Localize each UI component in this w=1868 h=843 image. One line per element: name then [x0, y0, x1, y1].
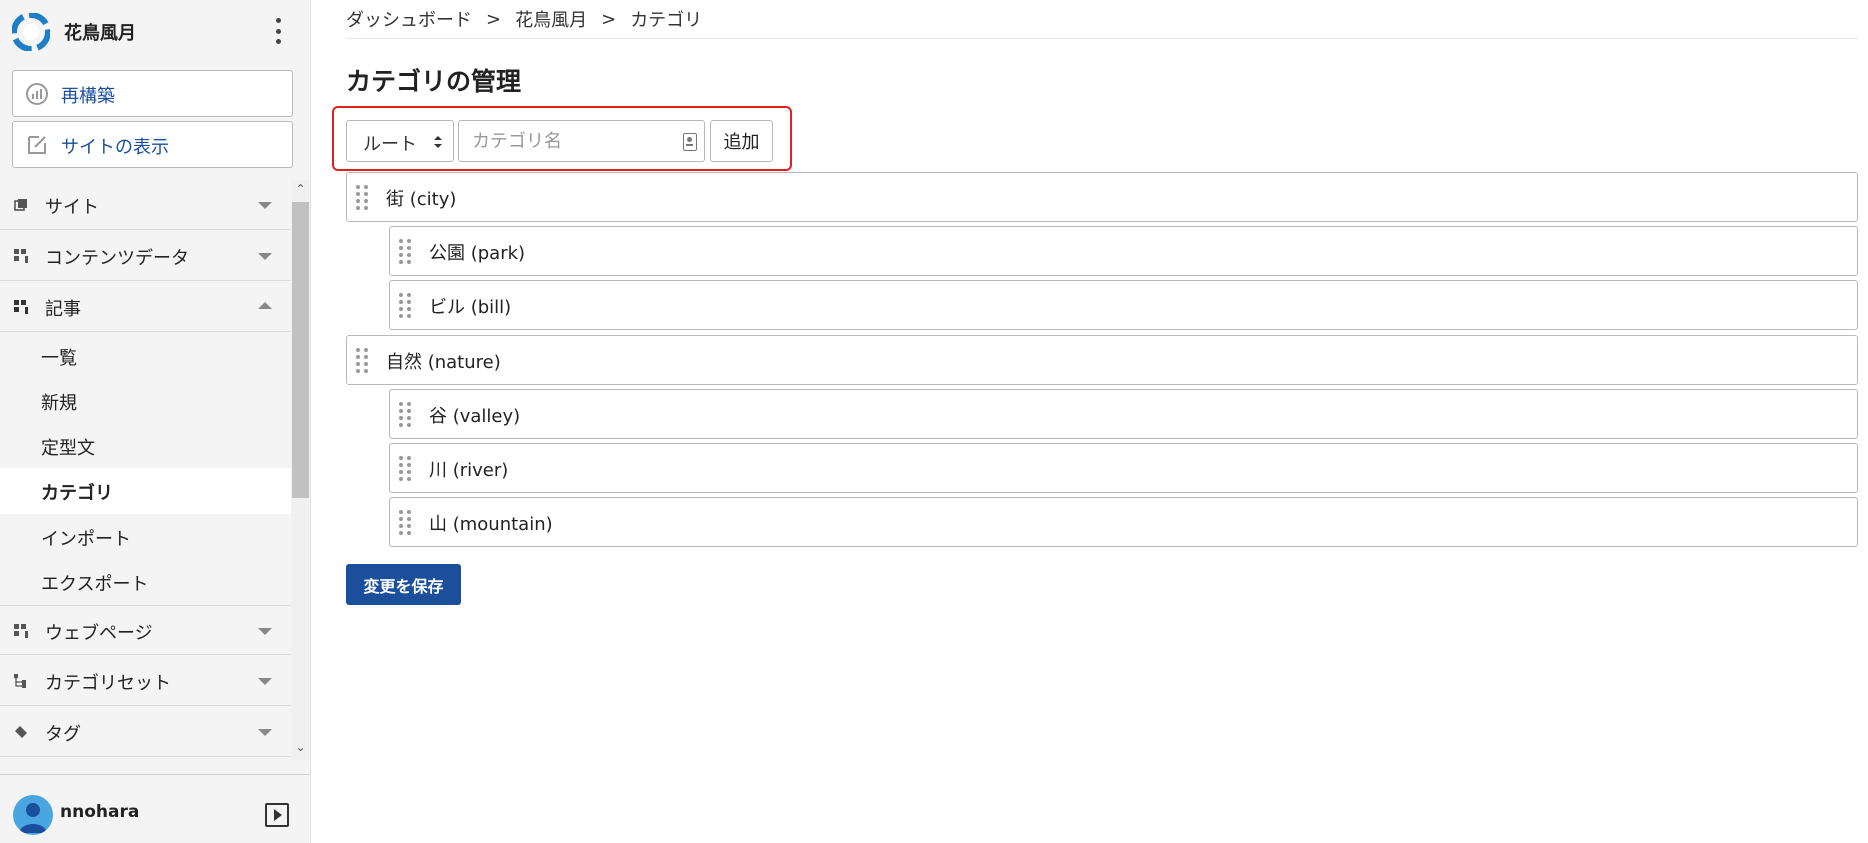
avatar[interactable]	[13, 795, 53, 835]
scroll-down-icon[interactable]: ⌄	[295, 741, 306, 753]
category-label: 山 (mountain)	[429, 514, 553, 535]
rebuild-icon	[26, 83, 48, 105]
collapse-sidebar-button[interactable]	[265, 803, 289, 827]
chevron-down-icon	[258, 253, 272, 260]
view-site-button[interactable]: サイトの表示	[12, 121, 293, 168]
view-site-label: サイトの表示	[61, 137, 169, 158]
drag-handle-icon[interactable]	[399, 510, 411, 536]
category-label: 川 (river)	[429, 460, 509, 481]
parent-category-value: ルート	[363, 134, 417, 155]
category-row[interactable]: ビル (bill)	[389, 280, 1858, 330]
sidebar-item-label: サイト	[45, 197, 99, 218]
site-name[interactable]: 花鳥風月	[64, 19, 136, 45]
scroll-thumb[interactable]	[292, 202, 309, 498]
sidebar-subitem-import[interactable]: インポート	[0, 514, 291, 560]
sidebar-subitem-label: インポート	[41, 529, 131, 550]
category-label: ビル (bill)	[429, 297, 512, 318]
category-row[interactable]: 街 (city)	[346, 172, 1858, 222]
sidebar-subitem-category[interactable]: カテゴリ	[0, 468, 291, 514]
drag-handle-icon[interactable]	[399, 456, 411, 482]
sidebar-item-article[interactable]: 記事	[0, 282, 291, 332]
chevron-down-icon	[258, 628, 272, 635]
sidebar-subitem-label: エクスポート	[41, 574, 149, 595]
category-label: 街 (city)	[386, 189, 457, 210]
divider	[346, 38, 1858, 39]
drag-handle-icon[interactable]	[399, 402, 411, 428]
sidebar-item-webpage[interactable]: ウェブページ	[0, 605, 291, 655]
user-icon	[19, 803, 47, 833]
tree-icon	[14, 674, 26, 688]
category-row[interactable]: 川 (river)	[389, 443, 1858, 493]
sidebar-subitem-label: 一覧	[41, 348, 77, 369]
parent-category-select[interactable]: ルート	[346, 120, 454, 162]
sidebar-scrollbar[interactable]: ⌃ ⌄	[291, 180, 310, 760]
sidebar-item-category-set[interactable]: カテゴリセット	[0, 656, 291, 706]
breadcrumb-separator: >	[486, 8, 502, 30]
rebuild-label: 再構築	[61, 86, 115, 107]
category-row[interactable]: 自然 (nature)	[346, 335, 1858, 385]
sidebar-subitem-list[interactable]: 一覧	[0, 333, 291, 379]
sidebar: 花鳥風月 再構築 サイトの表示 サイト コンテンツデータ 記事 一覧 新規 定型…	[0, 0, 311, 843]
category-name-field[interactable]	[458, 120, 705, 162]
site-logo-icon[interactable]	[12, 13, 50, 51]
category-label: 自然 (nature)	[386, 352, 501, 373]
select-arrows-icon	[434, 136, 442, 148]
sidebar-item-tag[interactable]: タグ	[0, 707, 291, 757]
rebuild-button[interactable]: 再構築	[12, 70, 293, 117]
scroll-up-icon[interactable]: ⌃	[295, 183, 306, 195]
sidebar-subitem-new[interactable]: 新規	[0, 378, 291, 424]
sidebar-subitem-boilerplate[interactable]: 定型文	[0, 423, 291, 469]
drag-handle-icon[interactable]	[399, 293, 411, 319]
sidebar-subitem-label: カテゴリ	[41, 483, 113, 504]
breadcrumb-site[interactable]: 花鳥風月	[515, 6, 587, 32]
sidebar-item-label: タグ	[45, 724, 81, 745]
tag-icon	[15, 726, 27, 738]
sidebar-item-content-data[interactable]: コンテンツデータ	[0, 231, 291, 281]
edit-icon	[28, 136, 46, 154]
window-icon	[14, 199, 27, 211]
drag-handle-icon[interactable]	[356, 348, 368, 374]
drag-handle-icon[interactable]	[356, 185, 368, 211]
chevron-down-icon	[258, 678, 272, 685]
category-name-input[interactable]	[459, 121, 674, 161]
sidebar-subitem-label: 定型文	[41, 438, 95, 459]
sidebar-item-label: 記事	[45, 299, 81, 320]
grid-icon	[14, 300, 28, 314]
breadcrumb-dashboard[interactable]: ダッシュボード	[346, 6, 472, 32]
sidebar-subitem-label: 新規	[41, 393, 77, 414]
user-name[interactable]: nnohara	[60, 802, 139, 822]
drag-handle-icon[interactable]	[399, 239, 411, 265]
category-label: 公園 (park)	[429, 243, 526, 264]
contact-card-icon[interactable]	[683, 133, 697, 151]
breadcrumb: ダッシュボード > 花鳥風月 > カテゴリ	[346, 5, 702, 33]
sidebar-item-label: カテゴリセット	[45, 673, 171, 694]
sidebar-nav: サイト コンテンツデータ 記事 一覧 新規 定型文 カテゴリ インポート エクス…	[0, 180, 291, 760]
chevron-down-icon	[258, 202, 272, 209]
sidebar-item-label: ウェブページ	[45, 623, 153, 644]
chevron-up-icon	[258, 302, 272, 309]
page-title: カテゴリの管理	[346, 67, 522, 96]
save-changes-button[interactable]: 変更を保存	[346, 564, 461, 605]
sidebar-item-site[interactable]: サイト	[0, 180, 291, 230]
add-category-button[interactable]: 追加	[710, 120, 773, 162]
user-bar: nnohara	[0, 774, 310, 843]
breadcrumb-current: カテゴリ	[630, 10, 703, 31]
category-label: 谷 (valley)	[429, 406, 521, 427]
chevron-down-icon	[258, 729, 272, 736]
sidebar-item-label: コンテンツデータ	[45, 248, 189, 269]
category-row[interactable]: 山 (mountain)	[389, 497, 1858, 547]
grid-icon	[14, 249, 28, 263]
breadcrumb-separator: >	[601, 8, 617, 30]
sidebar-subitem-export[interactable]: エクスポート	[0, 559, 291, 605]
category-row[interactable]: 公園 (park)	[389, 226, 1858, 276]
category-row[interactable]: 谷 (valley)	[389, 389, 1858, 439]
site-menu-icon[interactable]	[270, 18, 286, 44]
brand-header: 花鳥風月	[0, 0, 310, 64]
grid-icon	[14, 624, 28, 638]
